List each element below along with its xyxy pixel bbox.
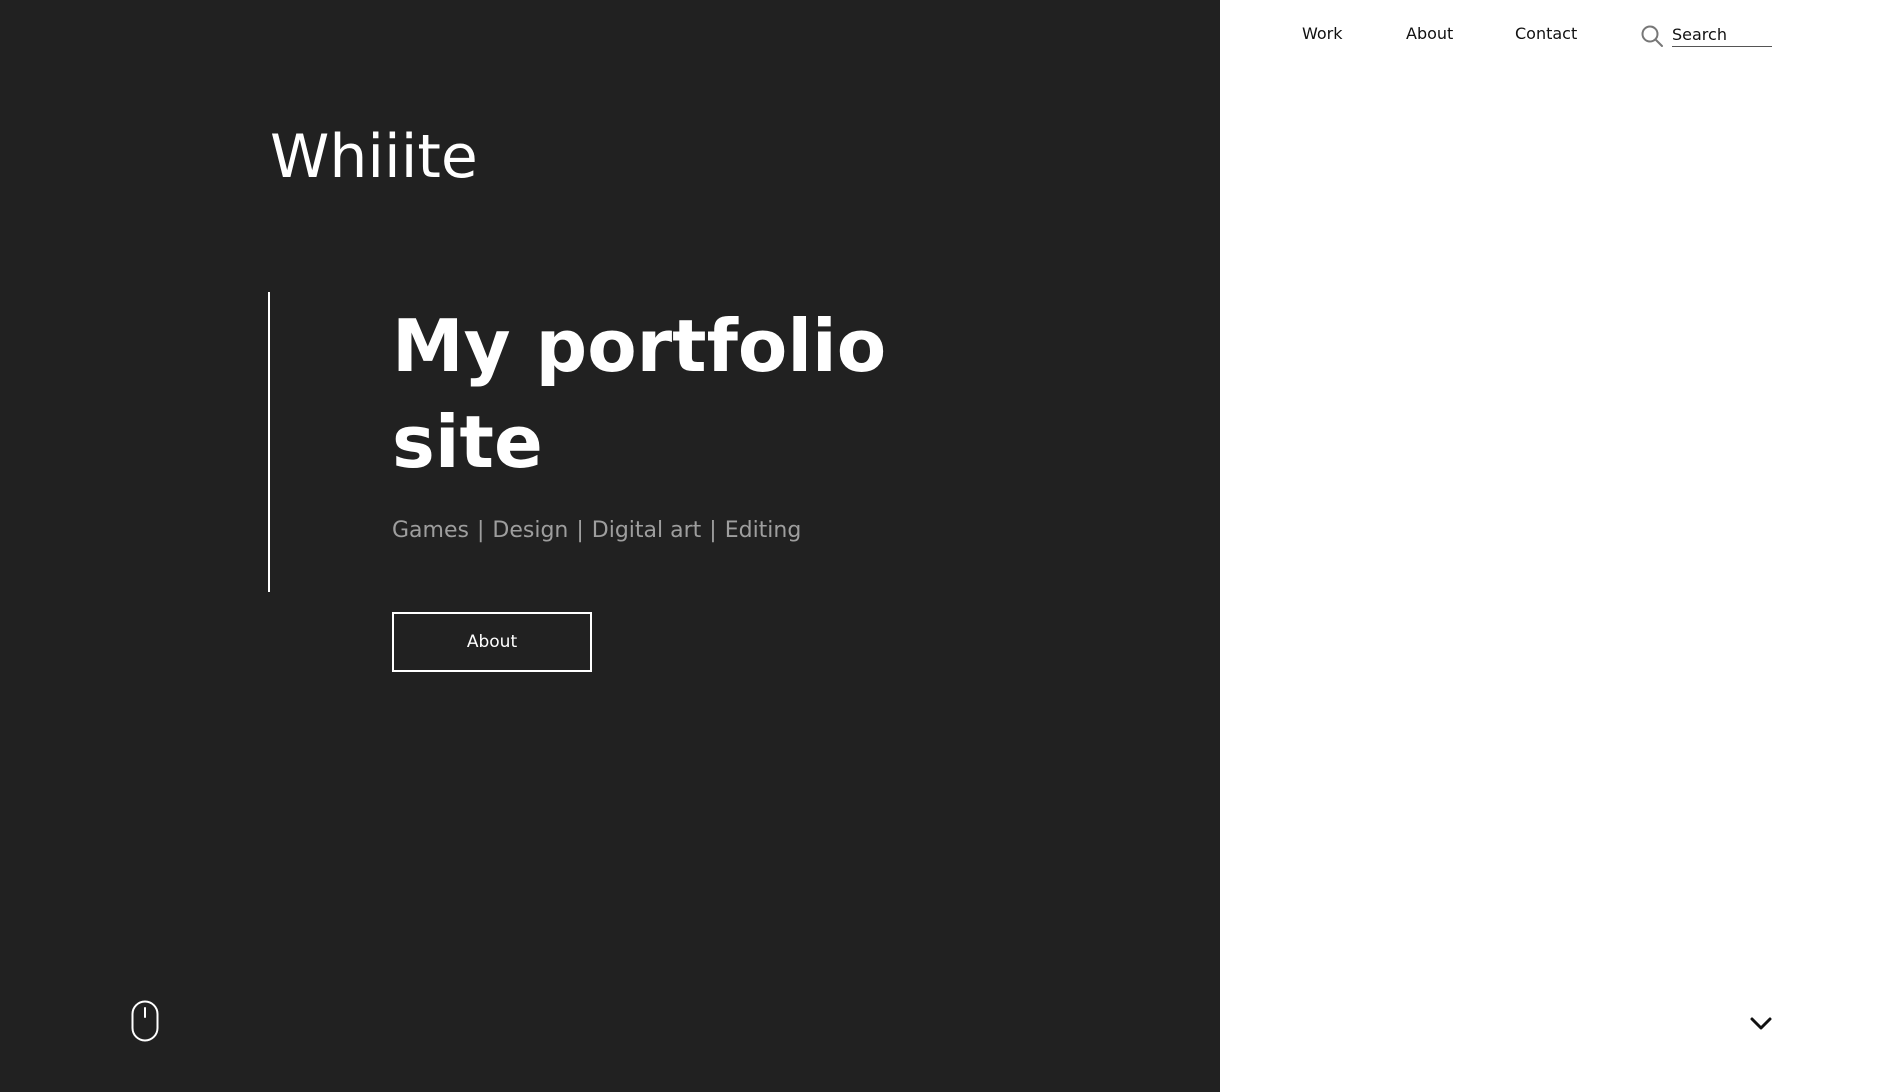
hero-subtitle: Games | Design | Digital art | Editing <box>392 518 801 543</box>
hero-subtitle-item: Editing <box>724 518 802 543</box>
hero-accent-line <box>268 292 270 592</box>
hero-subtitle-item: Games <box>392 518 469 543</box>
about-button[interactable]: About <box>392 612 592 672</box>
mouse-icon <box>131 1000 159 1042</box>
subtitle-separator: | <box>576 518 584 543</box>
subtitle-separator: | <box>476 518 485 543</box>
subtitle-separator: | <box>709 518 717 543</box>
hero-subtitle-item: Design <box>492 518 569 543</box>
site-logo[interactable]: Whiiite <box>270 122 478 192</box>
nav-item-work[interactable]: Work <box>1302 24 1343 43</box>
about-button-label: About <box>466 632 518 652</box>
search-icon[interactable] <box>1640 24 1664 48</box>
page: Whiiite My portfolio site Games | Design | D… <box>0 0 1903 1092</box>
nav-item-contact[interactable]: Contact <box>1515 24 1577 43</box>
hero-subtitle-item: Digital art <box>591 518 702 543</box>
hero-panel: Whiiite My portfolio site Games | Design | D… <box>0 0 1220 1092</box>
nav-item-about[interactable]: About <box>1406 24 1453 43</box>
search-box <box>1640 22 1772 50</box>
search-input[interactable] <box>1672 22 1772 47</box>
chevron-down-icon[interactable] <box>1748 1012 1774 1034</box>
hero-title: My portfolio site <box>392 304 887 484</box>
